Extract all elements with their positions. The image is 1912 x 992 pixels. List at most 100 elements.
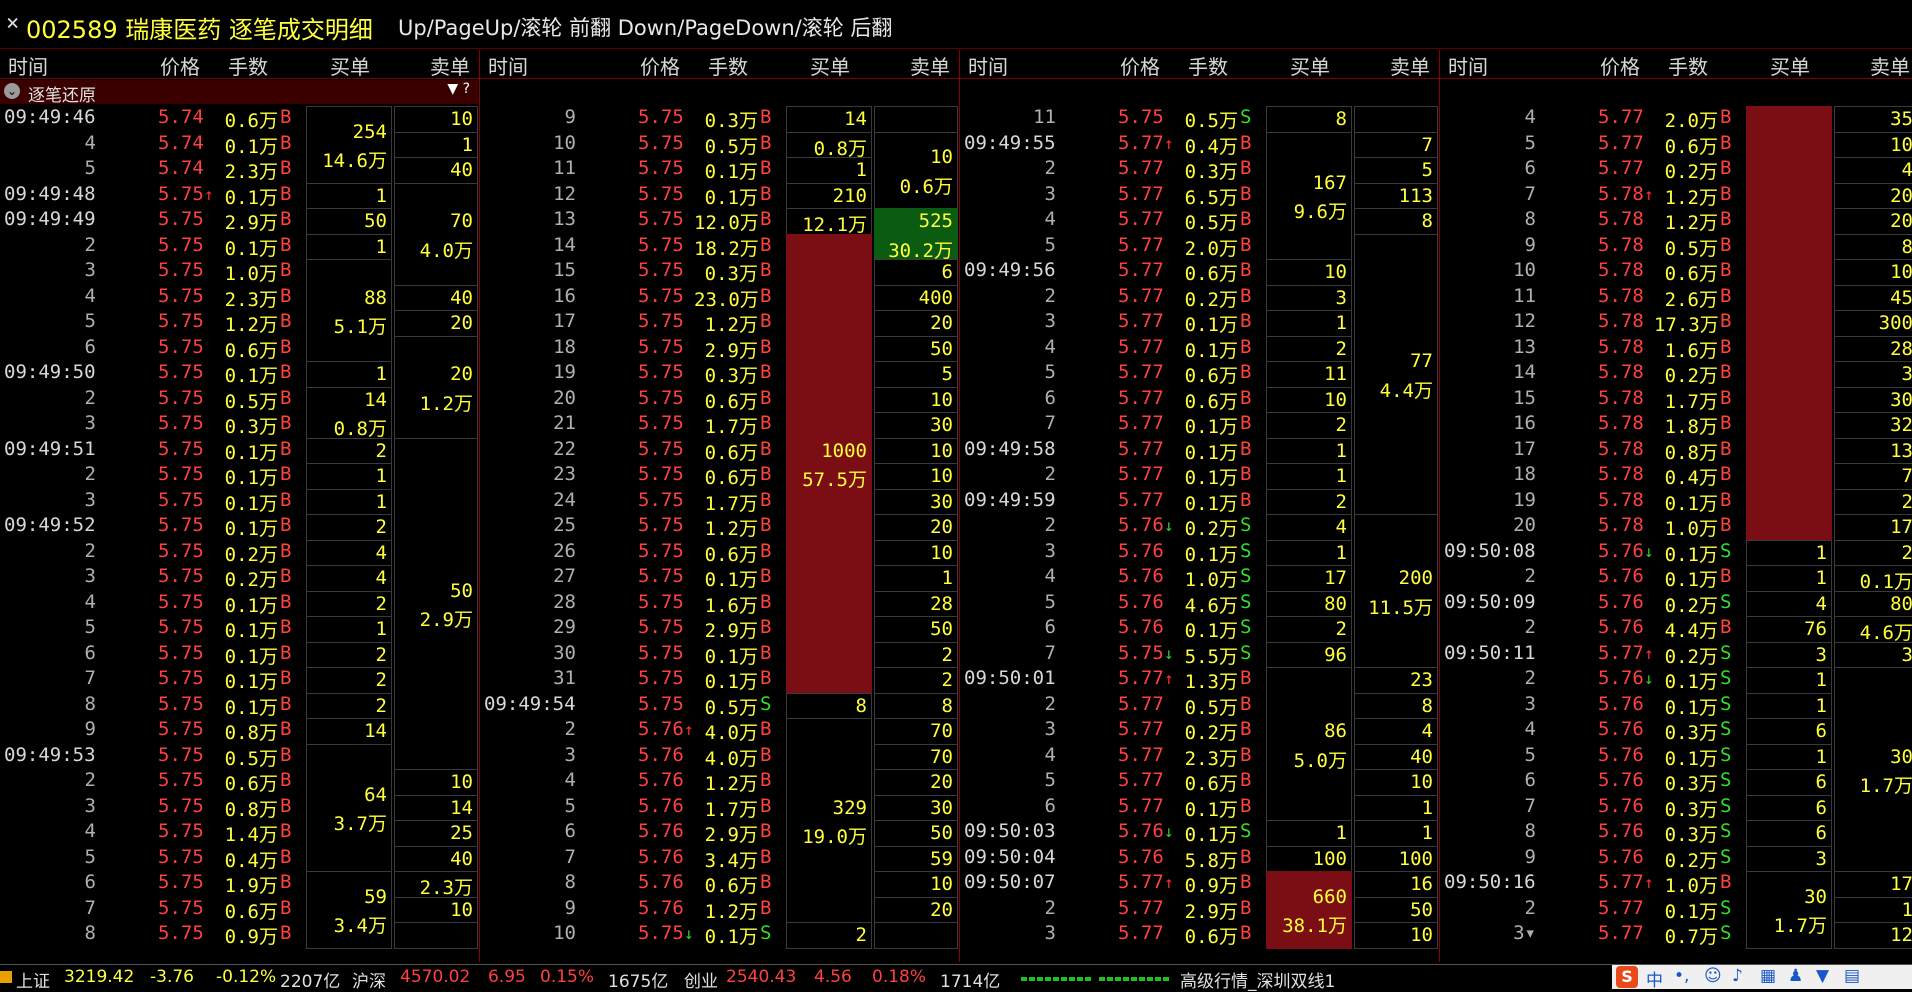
buy-order-cell[interactable]: 167 9.6万	[1266, 131, 1352, 260]
sell-order-cell[interactable]: 1	[394, 131, 478, 158]
tick-row[interactable]: 09:49:48 5.75 ↑ 0.1万 B	[0, 183, 300, 209]
tick-row[interactable]: 6 5.77 0.6万 B	[960, 387, 1260, 413]
column-header-time[interactable]: 时间	[488, 51, 528, 80]
tick-row[interactable]: 3 5.75 0.2万 B	[0, 565, 300, 591]
tick-row[interactable]: 2 5.75 0.1万 B	[0, 463, 300, 489]
tick-row[interactable]: 7 5.76 3.4万 B	[480, 846, 780, 872]
tick-row[interactable]: 3 5.75 1.0万 B	[0, 259, 300, 285]
sell-order-cell[interactable]: 2	[1834, 488, 1912, 515]
tick-row[interactable]: 13 5.78 1.6万 B	[1440, 336, 1740, 362]
sell-order-cell[interactable]: 2	[874, 641, 958, 668]
column-header-price[interactable]: 价格	[640, 51, 680, 80]
tick-row[interactable]: 09:50:11 5.77 ↑ 0.2万 S	[1440, 642, 1740, 668]
tick-row[interactable]: 2 5.77 2.9万 B	[960, 897, 1260, 923]
buy-order-cell[interactable]: 1	[1266, 539, 1352, 566]
tick-row[interactable]: 09:49:56 5.77 0.6万 B	[960, 259, 1260, 285]
tick-row[interactable]: 09:49:59 5.77 0.1万 B	[960, 489, 1260, 515]
ime-skin-icon[interactable]: ▼	[1816, 966, 1829, 986]
buy-order-cell[interactable]: 1	[1746, 667, 1832, 694]
tick-row[interactable]: 09:50:08 5.76 ↓ 0.1万 S	[1440, 540, 1740, 566]
sell-order-cell[interactable]: 30	[874, 412, 958, 439]
tick-row[interactable]: 09:49:51 5.75 0.1万 B	[0, 438, 300, 464]
sell-order-cell[interactable]: 10	[1354, 922, 1438, 949]
filter-icon[interactable]: ▼	[447, 81, 458, 97]
tick-row[interactable]: 8 5.76 0.3万 S	[1440, 820, 1740, 846]
tick-row[interactable]: 13 5.75 12.0万 B	[480, 208, 780, 234]
buy-order-cell[interactable]: 88 5.1万	[306, 259, 392, 362]
buy-order-cell[interactable]: 1	[1266, 820, 1352, 847]
tick-row[interactable]: 11 5.75 0.5万 S	[960, 106, 1260, 132]
buy-order-cell[interactable]: 1	[306, 182, 392, 209]
buy-order-cell[interactable]: 80	[1266, 590, 1352, 617]
sell-order-cell[interactable]: 59	[874, 845, 958, 872]
tick-row[interactable]: 5 5.75 1.2万 B	[0, 310, 300, 336]
buy-order-cell[interactable]: 1	[306, 463, 392, 490]
sell-order-cell[interactable]: 525 30.2万	[874, 208, 958, 262]
sell-order-cell[interactable]: 3	[1834, 361, 1912, 388]
sell-order-cell[interactable]: 10 0.6万	[874, 131, 958, 209]
tick-row[interactable]: 5 5.74 2.3万 B	[0, 157, 300, 183]
buy-order-cell[interactable]: 254 14.6万	[306, 106, 392, 184]
tick-row[interactable]: 09:49:50 5.75 0.1万 B	[0, 361, 300, 387]
tick-row[interactable]: 09:49:49 5.75 2.9万 B	[0, 208, 300, 234]
tick-row[interactable]: 20 5.75 0.6万 B	[480, 387, 780, 413]
sell-order-cell[interactable]: 20	[874, 310, 958, 337]
buy-order-cell[interactable]: 1000 57.5万	[786, 233, 872, 694]
tick-row[interactable]: 12 5.78 17.3万 B	[1440, 310, 1740, 336]
sell-order-cell[interactable]: 17	[1834, 871, 1912, 898]
sell-order-cell[interactable]: 20 1.2万	[394, 335, 478, 439]
buy-order-cell[interactable]: 329 19.0万	[786, 718, 872, 923]
tick-row[interactable]: 15 5.78 1.7万 B	[1440, 387, 1740, 413]
buy-order-cell[interactable]: 96	[1266, 641, 1352, 668]
tick-row[interactable]: 4 5.77 0.1万 B	[960, 336, 1260, 362]
sell-order-cell[interactable]: 1	[1834, 896, 1912, 923]
tick-row[interactable]: 19 5.78 0.1万 B	[1440, 489, 1740, 515]
tick-row[interactable]: 8 5.78 1.2万 B	[1440, 208, 1740, 234]
tick-row[interactable]: 3 5.76 0.1万 S	[1440, 693, 1740, 719]
sell-order-cell[interactable]: 30	[874, 488, 958, 515]
sell-order-cell[interactable]: 1	[1354, 794, 1438, 821]
buy-order-cell[interactable]: 3	[1746, 641, 1832, 668]
buy-order-cell[interactable]: 17	[1266, 565, 1352, 592]
tick-row[interactable]: 20 5.78 1.0万 B	[1440, 514, 1740, 540]
tick-row[interactable]: 9 5.76 0.2万 S	[1440, 846, 1740, 872]
buy-order-cell[interactable]: 76	[1746, 616, 1832, 643]
tick-row[interactable]: 2 5.77 0.1万 S	[1440, 897, 1740, 923]
tick-row[interactable]: 3 5.75 0.1万 B	[0, 489, 300, 515]
buy-order-cell[interactable]: 2	[786, 922, 872, 949]
tick-row[interactable]: 2 5.75 0.5万 B	[0, 387, 300, 413]
buy-order-cell[interactable]	[1746, 106, 1832, 541]
sell-order-cell[interactable]: 4	[1834, 157, 1912, 184]
column-header-sell[interactable]: 卖单	[1390, 51, 1430, 80]
buy-order-cell[interactable]: 14	[306, 718, 392, 745]
buy-order-cell[interactable]: 11	[1266, 361, 1352, 388]
tick-row[interactable]: 12 5.75 0.1万 B	[480, 183, 780, 209]
sell-order-cell[interactable]: 50	[874, 820, 958, 847]
chevron-down-icon[interactable]: ⌄	[4, 83, 20, 99]
server-name[interactable]: 高级行情_深圳双线1	[1180, 967, 1335, 992]
buy-order-cell[interactable]: 6	[1746, 794, 1832, 821]
tick-row[interactable]: 2 5.77 0.3万 B	[960, 157, 1260, 183]
sell-order-cell[interactable]: 5	[1354, 157, 1438, 184]
column-header-volume[interactable]: 手数	[1188, 51, 1228, 80]
sell-order-cell[interactable]: 30	[1834, 386, 1912, 413]
tick-row[interactable]: 14 5.75 18.2万 B	[480, 234, 780, 260]
buy-order-cell[interactable]: 4	[1266, 514, 1352, 541]
tick-row[interactable]: 2 5.76 ↑ 4.0万 B	[480, 718, 780, 744]
sell-order-cell[interactable]: 77 4.4万	[1354, 233, 1438, 515]
column-header-sell[interactable]: 卖单	[910, 51, 950, 80]
sell-order-cell[interactable]: 20	[1834, 208, 1912, 235]
sell-order-cell[interactable]: 10	[1834, 259, 1912, 286]
tick-row[interactable]: 3 5.76 0.1万 S	[960, 540, 1260, 566]
tick-row[interactable]: 7 5.75 0.6万 B	[0, 897, 300, 923]
restore-label[interactable]: 逐笔还原	[28, 81, 96, 106]
column-header-buy[interactable]: 买单	[810, 51, 850, 80]
tick-row[interactable]: 29 5.75 2.9万 B	[480, 616, 780, 642]
tick-row[interactable]: 5 5.75 0.1万 B	[0, 616, 300, 642]
tick-row[interactable]: 17 5.75 1.2万 B	[480, 310, 780, 336]
tick-row[interactable]: 24 5.75 1.7万 B	[480, 489, 780, 515]
sell-order-cell[interactable]: 40	[394, 284, 478, 311]
sell-order-cell[interactable]: 6	[874, 259, 958, 286]
tick-row[interactable]: 2 5.77 0.2万 B	[960, 285, 1260, 311]
tick-row[interactable]: 09:49:58 5.77 0.1万 B	[960, 438, 1260, 464]
